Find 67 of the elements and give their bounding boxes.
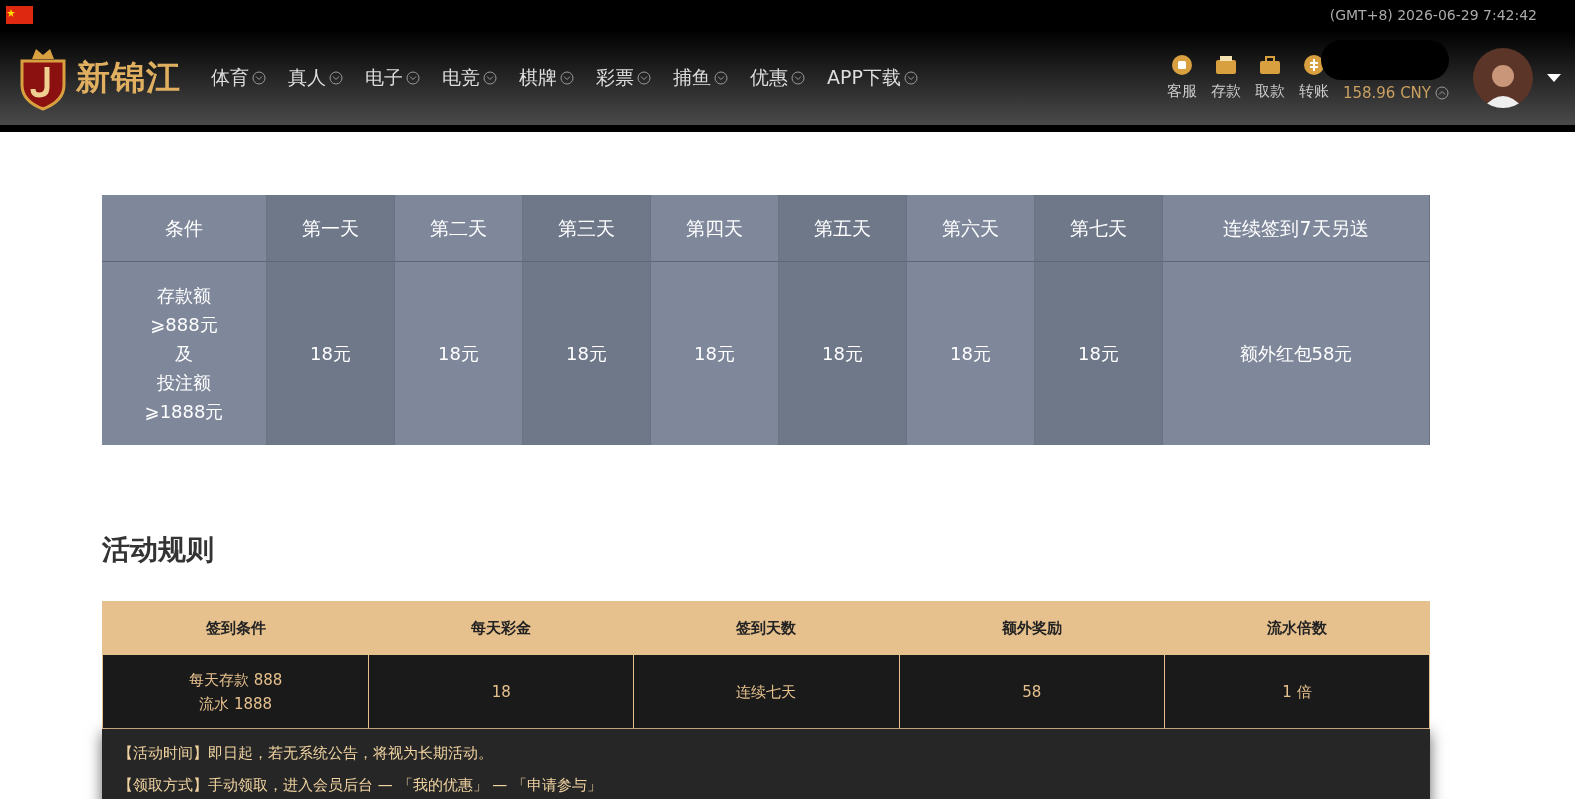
- chevron-icon: [903, 70, 918, 85]
- chevron-icon: [406, 70, 420, 85]
- table-cell: 18元: [395, 261, 523, 445]
- table-cell: 1 倍: [1163, 654, 1429, 728]
- nav-item[interactable]: 优惠: [750, 64, 805, 91]
- action-link[interactable]: 取款: [1254, 54, 1285, 101]
- column-header: 第一天: [267, 195, 395, 261]
- cell-text: 存款额: [157, 284, 211, 308]
- table-cell: 额外红包58元: [1163, 261, 1430, 445]
- nav-item[interactable]: 体育: [211, 64, 266, 91]
- table-cell: 每天存款 888 流水 1888: [103, 654, 369, 728]
- chevron-icon: [714, 70, 728, 85]
- chevron-icon: [637, 70, 651, 85]
- column-header: 第二天: [395, 195, 523, 261]
- column-header: 第六天: [907, 195, 1035, 261]
- cell-text: ⩾888元: [150, 313, 218, 337]
- action-link[interactable]: 存款: [1210, 54, 1241, 101]
- section-title: 活动规则: [102, 532, 215, 568]
- cell-text: 投注额: [157, 371, 211, 395]
- column-header: 第四天: [651, 195, 779, 261]
- nav-item[interactable]: 捕鱼: [673, 64, 728, 91]
- table-cell: 连续七天: [633, 654, 899, 728]
- clock: (GMT+8) 2026-06-29 7:42:42: [1329, 7, 1537, 23]
- nav-item[interactable]: 电竞: [442, 64, 497, 91]
- nav-item[interactable]: 真人: [288, 64, 343, 91]
- table-cell: 58: [898, 654, 1164, 728]
- column-header: 额外奖励: [898, 602, 1164, 654]
- column-header: 连续签到7天另送: [1163, 195, 1430, 261]
- wallet-icon: [1214, 54, 1237, 76]
- rule-text: 【活动时间】即日起，若无系统公告，将视为长期活动。: [118, 743, 494, 763]
- rule-text: 【领取方式】手动领取，进入会员后台 — 「我的优惠」 — 「申请参与」: [118, 775, 604, 795]
- balance: 158.96 CNY: [1342, 83, 1431, 102]
- coin-icon: [1302, 54, 1325, 76]
- chevron-icon: [483, 70, 497, 85]
- column-header: 第三天: [523, 195, 651, 261]
- column-header: 签到条件: [103, 602, 369, 654]
- column-header: 第七天: [1035, 195, 1163, 261]
- column-header: 流水倍数: [1163, 602, 1429, 654]
- flag-icon[interactable]: [6, 6, 33, 24]
- table-cell: 18元: [907, 261, 1035, 445]
- chevron-icon: [329, 70, 343, 85]
- nav-item[interactable]: 棋牌: [519, 64, 574, 91]
- cell-text: 及: [175, 342, 193, 366]
- chat-icon: [1170, 54, 1193, 76]
- column-header: 每天彩金: [368, 602, 634, 654]
- logo-text: 新锦江: [76, 55, 181, 99]
- table-cell: 18元: [523, 261, 651, 445]
- cell-text: ⩾1888元: [144, 400, 224, 424]
- briefcase-icon: [1258, 54, 1281, 76]
- column-header: 签到天数: [633, 602, 899, 654]
- nav-item[interactable]: 电子: [365, 64, 420, 91]
- table-cell: 18元: [1035, 261, 1163, 445]
- chevron-icon: [791, 70, 805, 85]
- action-link[interactable]: 转账: [1298, 54, 1329, 101]
- caret-icon[interactable]: [1547, 73, 1561, 82]
- table-cell: 18元: [779, 261, 907, 445]
- table-cell: 18元: [267, 261, 395, 445]
- column-header: 第五天: [779, 195, 907, 261]
- chevron-icon: [252, 70, 266, 85]
- chevron-icon: [1435, 85, 1449, 100]
- chevron-icon: [560, 70, 574, 85]
- table-cell: 18: [368, 654, 634, 728]
- action-link[interactable]: 客服: [1166, 54, 1197, 101]
- nav-item[interactable]: 彩票: [596, 64, 651, 91]
- nav-item[interactable]: APP下载: [827, 64, 918, 91]
- column-header: 条件: [102, 195, 267, 261]
- table-cell: 18元: [651, 261, 779, 445]
